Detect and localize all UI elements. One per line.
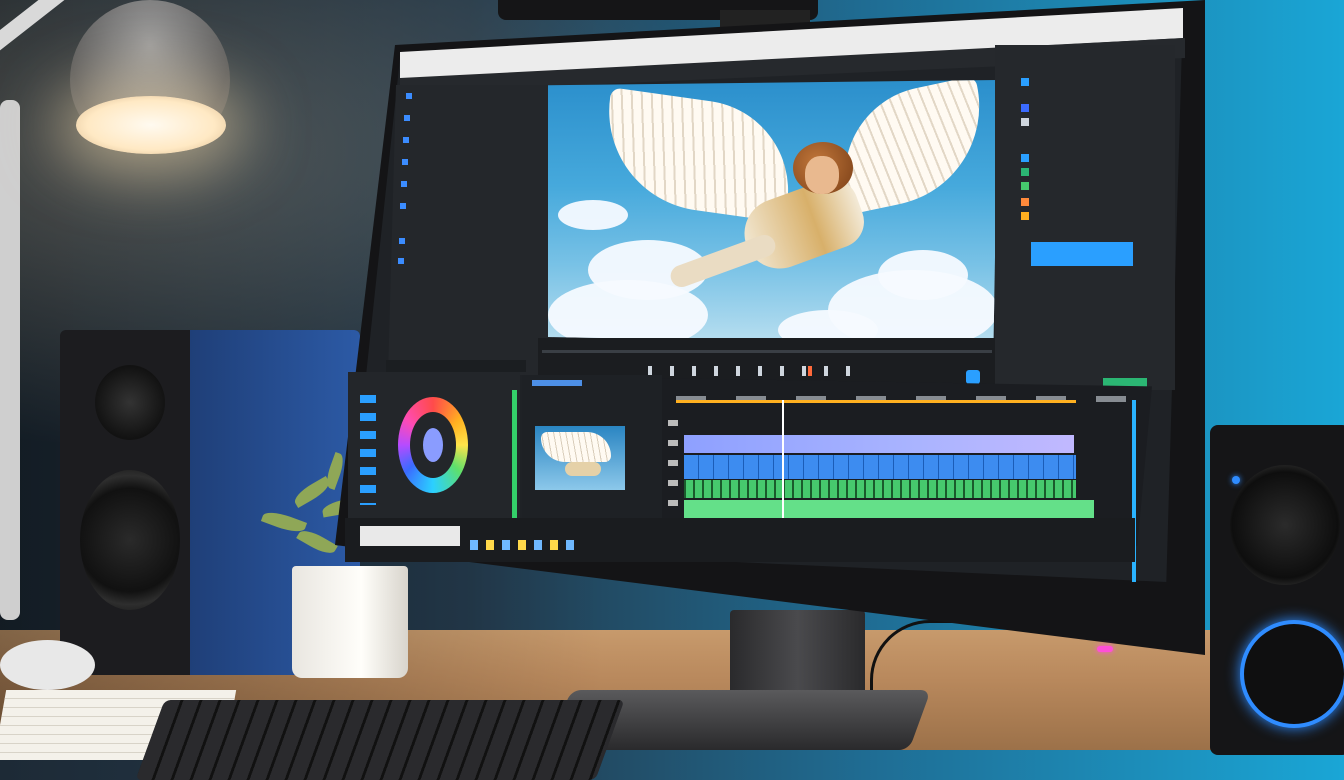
left-speaker-tweeter [95,365,165,440]
plant-pot [292,566,408,678]
right-speaker-woofer [1230,465,1340,585]
lamp-stand [0,100,20,620]
right-speaker-power-led [1232,476,1240,484]
play-marker[interactable] [808,366,812,376]
color-panel-icons [360,395,376,505]
keyboard [135,700,625,780]
taskbar-app-icons[interactable] [470,540,580,550]
left-speaker-woofer [80,470,180,610]
bin-header [532,380,582,386]
clip-thumbnail[interactable] [535,426,625,490]
angel-face [805,156,839,194]
right-speaker-lit-ring [1240,620,1344,728]
apply-button[interactable] [1031,242,1133,266]
os-taskbar [345,518,1135,562]
scrub-bar[interactable] [542,350,992,353]
audio-track-clip-1[interactable] [684,480,1076,498]
lamp-bulb [76,96,226,154]
bin-green-edge [512,390,517,530]
control-icons [648,366,868,376]
work-area-bar[interactable] [676,400,1076,403]
monitor-power-led [1097,646,1113,652]
inspector-rows [1015,70,1165,240]
project-panel-rows [398,92,548,352]
fullscreen-button[interactable] [966,370,980,384]
taskbar-search-input[interactable] [360,526,460,546]
monitor-brand-label [648,582,768,602]
track-icons [668,420,678,520]
monitor-control-icons [1015,592,1135,606]
video-preview[interactable] [548,80,998,345]
video-track-clip-1[interactable] [684,435,1074,453]
video-track-clip-2[interactable] [684,455,1076,479]
panel-divider [386,360,526,372]
lamp-base [0,640,95,690]
color-wheel-center[interactable] [423,428,443,462]
